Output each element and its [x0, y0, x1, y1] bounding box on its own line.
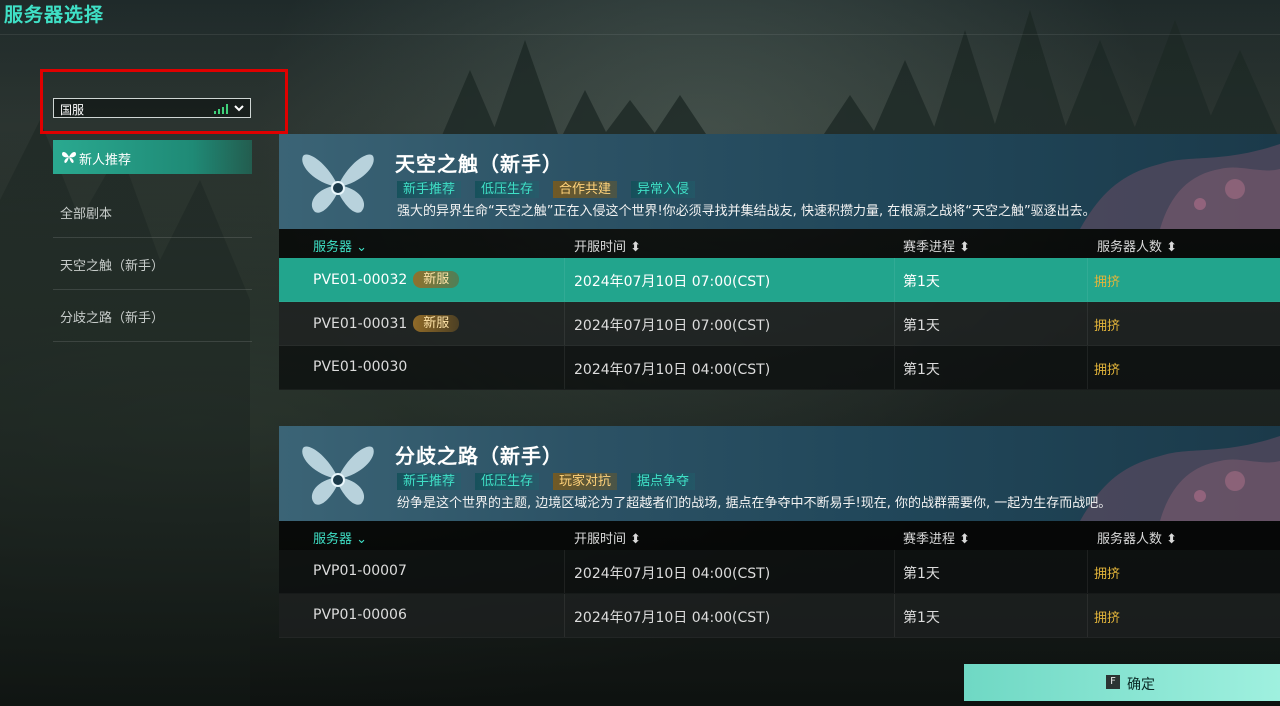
keyboard-key-f-icon: F [1106, 675, 1120, 689]
population-status: 拥挤 [1094, 611, 1121, 626]
population-status: 拥挤 [1094, 319, 1121, 334]
population-status: 拥挤 [1094, 275, 1121, 290]
confirm-button-label: 确定 [1127, 677, 1155, 693]
confirm-button[interactable]: F 确定 [964, 664, 1280, 701]
table-row[interactable]: PVE01-00031 新服 2024年07月10日 07:00(CST) 第1天… [279, 302, 1280, 346]
chevron-down-icon [234, 105, 244, 112]
scenario-description: 强大的异界生命“天空之触”正在入侵这个世界!你必须寻找并集结战友, 快速积攒力量… [397, 204, 1096, 219]
sidebar: 新人推荐 全部剧本 天空之触（新手） 分歧之路（新手） [53, 140, 252, 342]
season-progress: 第1天 [903, 274, 940, 290]
sidebar-item-all-scenarios[interactable]: 全部剧本 [53, 186, 252, 238]
sidebar-item-label: 新人推荐 [79, 153, 132, 168]
season-progress: 第1天 [903, 610, 940, 626]
season-progress: 第1天 [903, 566, 940, 582]
scenario-banner: 天空之触（新手） 新手推荐 低压生存 合作共建 异常入侵 强大的异界生命“天空之触”正… [279, 134, 1280, 229]
column-header-season[interactable]: 赛季进程 ⬍ [903, 528, 970, 547]
scenario-tag: 新手推荐 [397, 473, 462, 490]
column-header-open-time[interactable]: 开服时间 ⬍ [574, 528, 641, 547]
page-title: 服务器选择 [4, 4, 105, 26]
scenario-banner: 分歧之路（新手） 新手推荐 低压生存 玩家对抗 据点争夺 纷争是这个世界的主题, 边境… [279, 426, 1280, 521]
open-time: 2024年07月10日 07:00(CST) [574, 318, 771, 334]
sidebar-item-divergent-path[interactable]: 分歧之路（新手） [53, 290, 252, 342]
open-time: 2024年07月10日 04:00(CST) [574, 610, 771, 626]
scenario-tag: 合作共建 [553, 181, 618, 198]
column-header-season[interactable]: 赛季进程 ⬍ [903, 236, 970, 255]
server-id: PVP01-00007 [313, 563, 407, 579]
scenario-tag: 玩家对抗 [553, 473, 618, 490]
server-id: PVP01-00006 [313, 607, 407, 623]
table-row[interactable]: PVE01-00032 新服 2024年07月10日 07:00(CST) 第1天… [279, 258, 1280, 302]
column-header-population[interactable]: 服务器人数 ⬍ [1097, 236, 1177, 255]
title-bar: 服务器选择 [0, 0, 1280, 35]
scenario-tags: 新手推荐 低压生存 玩家对抗 据点争夺 [397, 470, 709, 490]
scenario-tag: 异常入侵 [631, 181, 696, 198]
scenario-tag: 低压生存 [475, 181, 540, 198]
scenario-title: 分歧之路（新手） [395, 444, 563, 468]
server-id: PVE01-00032 [313, 272, 408, 288]
scenario-tags: 新手推荐 低压生存 合作共建 异常入侵 [397, 178, 709, 198]
open-time: 2024年07月10日 07:00(CST) [574, 274, 771, 290]
server-id: PVE01-00031 [313, 316, 408, 332]
table-row[interactable]: PVE01-00030 2024年07月10日 04:00(CST) 第1天 拥… [279, 346, 1280, 390]
table-row[interactable]: PVP01-00006 2024年07月10日 04:00(CST) 第1天 拥… [279, 594, 1280, 638]
scenario-section-divergent-path: 分歧之路（新手） 新手推荐 低压生存 玩家对抗 据点争夺 纷争是这个世界的主题, 边境… [279, 426, 1280, 638]
season-progress: 第1天 [903, 318, 940, 334]
scenario-emblem-icon [302, 446, 374, 505]
column-header-open-time[interactable]: 开服时间 ⬍ [574, 236, 641, 255]
open-time: 2024年07月10日 04:00(CST) [574, 362, 771, 378]
table-row[interactable]: PVP01-00007 2024年07月10日 04:00(CST) 第1天 拥… [279, 550, 1280, 594]
server-id: PVE01-00030 [313, 359, 408, 375]
butterfly-icon [62, 152, 76, 163]
sidebar-item-label: 天空之触（新手） [60, 259, 165, 274]
sidebar-item-sky-touch[interactable]: 天空之触（新手） [53, 238, 252, 290]
column-header-server[interactable]: 服务器 ⌄ [313, 236, 367, 255]
region-dropdown-value: 国服 [60, 103, 85, 117]
new-server-badge: 新服 [413, 271, 460, 288]
scenario-title: 天空之触（新手） [395, 152, 563, 176]
sidebar-item-label: 分歧之路（新手） [60, 311, 165, 326]
scenario-tag: 新手推荐 [397, 181, 462, 198]
sidebar-item-label: 全部剧本 [60, 207, 113, 222]
table-header: 服务器 ⌄ 开服时间 ⬍ 赛季进程 ⬍ 服务器人数 ⬍ [279, 229, 1280, 258]
population-status: 拥挤 [1094, 363, 1121, 378]
scenario-tag: 低压生存 [475, 473, 540, 490]
new-server-badge: 新服 [413, 315, 460, 332]
scenario-section-sky-touch: 天空之触（新手） 新手推荐 低压生存 合作共建 异常入侵 强大的异界生命“天空之触”正… [279, 134, 1280, 390]
season-progress: 第1天 [903, 362, 940, 378]
open-time: 2024年07月10日 04:00(CST) [574, 566, 771, 582]
signal-strength-icon [214, 104, 228, 114]
table-header: 服务器 ⌄ 开服时间 ⬍ 赛季进程 ⬍ 服务器人数 ⬍ [279, 521, 1280, 550]
sidebar-item-newcomer[interactable]: 新人推荐 [53, 140, 252, 174]
column-header-server[interactable]: 服务器 ⌄ [313, 528, 367, 547]
region-dropdown[interactable]: 国服 [53, 98, 251, 118]
column-header-population[interactable]: 服务器人数 ⬍ [1097, 528, 1177, 547]
population-status: 拥挤 [1094, 567, 1121, 582]
scenario-emblem-icon [302, 154, 374, 213]
scenario-tag: 据点争夺 [631, 473, 696, 490]
scenario-description: 纷争是这个世界的主题, 边境区域沦为了超越者们的战场, 据点在争夺中不断易手!现… [397, 496, 1112, 511]
